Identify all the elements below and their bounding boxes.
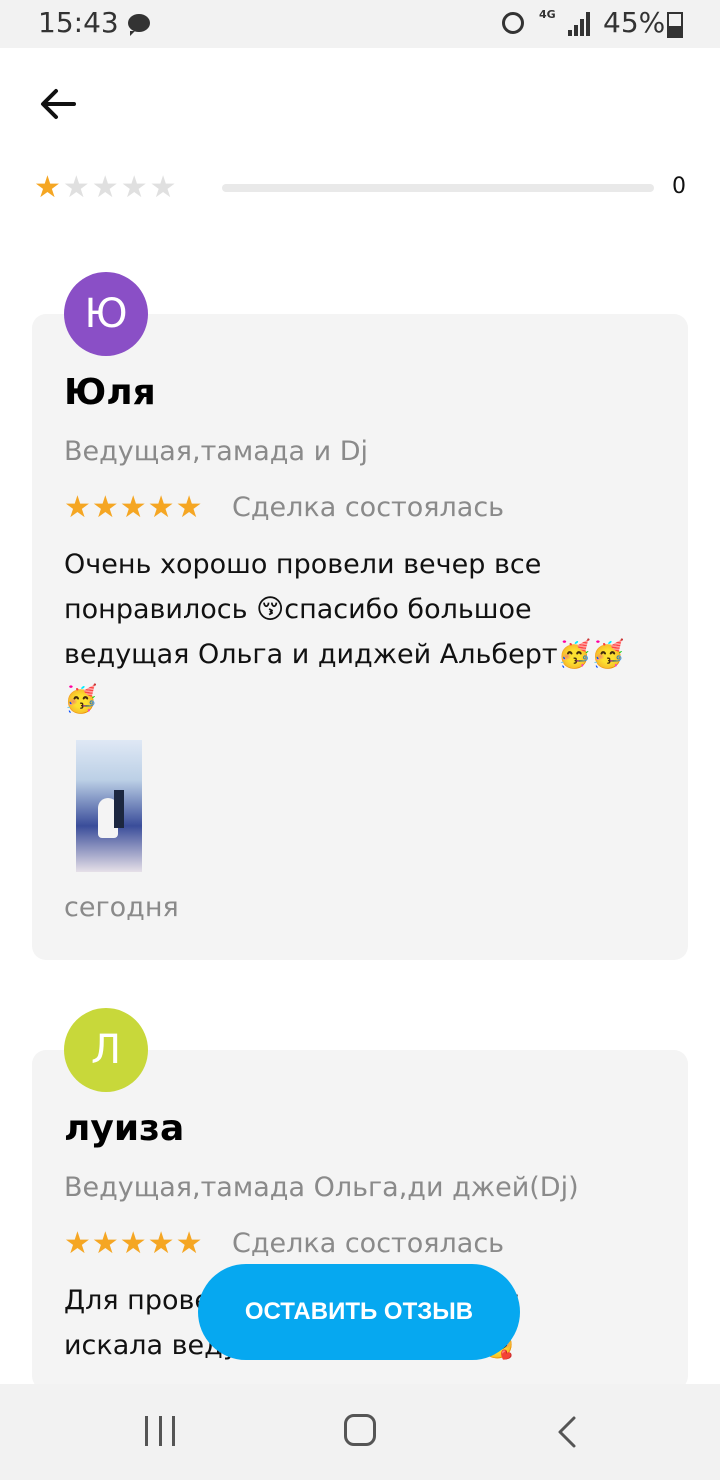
- status-bar: 15:43 4G 45%: [0, 0, 720, 48]
- system-nav-bar: [0, 1384, 720, 1480]
- network-type: 4G: [539, 8, 556, 21]
- rating-stars: ★★★★★: [34, 170, 179, 205]
- home-button[interactable]: [344, 1414, 376, 1446]
- photo-groom: [114, 790, 124, 828]
- message-notification-icon: [128, 14, 150, 36]
- review-text-line: понравилось 😚спасибо большое: [64, 594, 532, 625]
- avatar: Л: [64, 1008, 148, 1092]
- rating-count: 0: [672, 174, 686, 199]
- system-back-icon[interactable]: [548, 1412, 588, 1452]
- alarm-icon: [502, 12, 524, 34]
- avatar: Ю: [64, 272, 148, 356]
- reviewer-name: луиза: [64, 1108, 185, 1149]
- back-button[interactable]: [36, 82, 80, 126]
- review-service: Ведущая,тамада и Dj: [64, 436, 368, 467]
- review-stars: ★★★★★: [64, 1226, 204, 1261]
- deal-status: Сделка состоялась: [232, 492, 505, 523]
- reviewer-name: Юля: [64, 372, 156, 413]
- rating-breakdown-row: ★★★★★ 0: [34, 172, 694, 204]
- leave-review-button[interactable]: ОСТАВИТЬ ОТЗЫВ: [198, 1264, 520, 1360]
- review-service: Ведущая,тамада Ольга,ди джей(Dj): [64, 1172, 579, 1203]
- status-time: 15:43: [38, 6, 119, 39]
- arrow-left-icon: [41, 89, 76, 119]
- battery-icon: [667, 12, 683, 38]
- rating-progress-bar: [222, 184, 654, 192]
- review-text: Очень хорошо провели вечер все понравило…: [64, 542, 654, 722]
- recent-apps-button[interactable]: [145, 1416, 175, 1446]
- review-text-line: ведущая Ольга и диджей Альберт🥳🥳: [64, 639, 625, 670]
- battery-percent: 45%: [603, 6, 666, 39]
- signal-icon: [568, 12, 594, 36]
- deal-status: Сделка состоялась: [232, 1228, 505, 1259]
- review-stars: ★★★★★: [64, 490, 204, 525]
- review-text-line: 🥳: [64, 684, 98, 715]
- review-photo[interactable]: [76, 740, 142, 872]
- review-text-line: Очень хорошо провели вечер все: [64, 549, 542, 580]
- review-date: сегодня: [64, 892, 179, 923]
